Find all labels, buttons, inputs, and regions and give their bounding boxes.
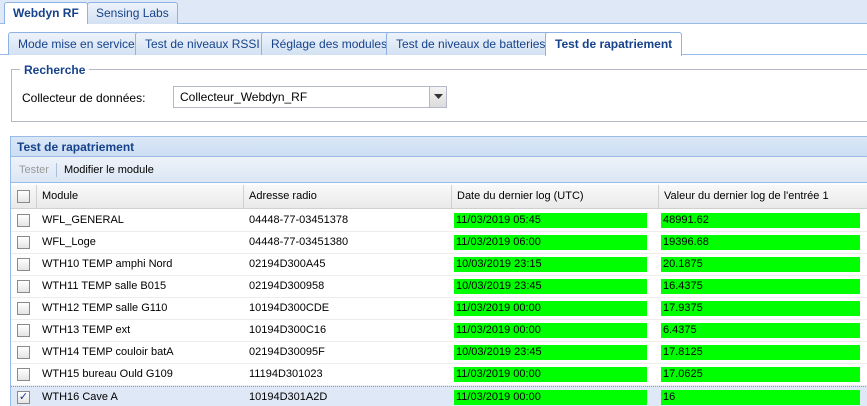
cell-address: 02194D30095F xyxy=(249,346,325,358)
value-status-fill: 16.4375 xyxy=(661,279,860,294)
table-row[interactable]: WTH11 TEMP salle B015 02194D300958 10/03/2… xyxy=(11,276,867,298)
cell-address: 10194D301A2D xyxy=(249,391,328,403)
cell-date: 11/03/2019 05:45 xyxy=(452,210,659,231)
table-row[interactable]: ✓ WTH16 Cave A 10194D301A2D 11/03/2019 00:0… xyxy=(11,386,867,406)
header-date[interactable]: Date du dernier log (UTC) xyxy=(452,185,659,209)
top-tab-bar: Webdyn RF Sensing Labs xyxy=(0,0,867,25)
table-row[interactable]: WFL_Loge 04448-77-03451380 11/03/2019 06:0… xyxy=(11,232,867,254)
cell-module: WTH11 TEMP salle B015 xyxy=(42,280,167,292)
tab-test-rapatriement[interactable]: Test de rapatriement xyxy=(545,32,683,56)
cell-address: 02194D300958 xyxy=(249,280,325,292)
row-checkbox[interactable] xyxy=(17,324,30,337)
cell-date: 11/03/2019 06:00 xyxy=(452,232,659,253)
cell-date: 10/03/2019 23:45 xyxy=(452,342,659,363)
cell-address: 04448-77-03451378 xyxy=(249,214,349,226)
cell-date: 10/03/2019 23:45 xyxy=(452,276,659,297)
row-checkbox[interactable] xyxy=(17,368,30,381)
cell-date: 11/03/2019 00:00 xyxy=(452,298,659,319)
row-checkbox[interactable] xyxy=(17,346,30,359)
row-checkbox[interactable] xyxy=(17,236,30,249)
value-status-fill: 48991.62 xyxy=(661,213,860,228)
cell-module: WTH12 TEMP salle G110 xyxy=(42,302,168,314)
table-row[interactable]: WTH14 TEMP couloir batA 02194D30095F 10/03… xyxy=(11,342,867,364)
row-checkbox[interactable] xyxy=(17,280,30,293)
cell-module: WTH14 TEMP couloir batA xyxy=(42,346,174,358)
table-row[interactable]: WTH10 TEMP amphi Nord 02194D300A45 10/03/2… xyxy=(11,254,867,276)
rapatriement-panel: Test de rapatriement Tester Modifier le … xyxy=(10,136,867,406)
date-status-fill: 11/03/2019 00:00 xyxy=(454,323,647,338)
cell-value: 16 xyxy=(659,387,867,406)
header-value[interactable]: Valeur du dernier log de l'entrée 1 xyxy=(659,185,867,209)
table-row[interactable]: WTH13 TEMP ext 10194D300C16 11/03/2019 00:… xyxy=(11,320,867,342)
tab-sensing-labs[interactable]: Sensing Labs xyxy=(87,2,178,24)
cell-date: 10/03/2019 23:15 xyxy=(452,254,659,275)
date-status-fill: 11/03/2019 00:00 xyxy=(454,301,647,316)
row-checkbox[interactable] xyxy=(17,302,30,315)
header-checkbox-cell xyxy=(11,185,37,209)
date-status-fill: 11/03/2019 05:45 xyxy=(454,213,647,228)
cell-module: WFL_GENERAL xyxy=(42,214,124,226)
cell-module: WTH13 TEMP ext xyxy=(42,324,131,336)
cell-value: 17.0625 xyxy=(659,364,867,385)
tab-test-batteries[interactable]: Test de niveaux de batteries xyxy=(386,32,556,55)
cell-date: 11/03/2019 00:00 xyxy=(452,387,659,406)
value-status-fill: 17.8125 xyxy=(661,345,860,360)
tester-button[interactable]: Tester xyxy=(15,164,53,176)
table-row[interactable]: WTH12 TEMP salle G110 10194D300CDE 11/03/2… xyxy=(11,298,867,320)
value-status-fill: 17.0625 xyxy=(661,367,860,382)
toolbar-separator xyxy=(55,162,57,177)
panel-title: Test de rapatriement xyxy=(11,137,867,157)
cell-value: 17.8125 xyxy=(659,342,867,363)
collector-value: Collecteur_Webdyn_RF xyxy=(180,90,308,104)
search-legend: Recherche xyxy=(20,63,90,77)
value-status-fill: 17.9375 xyxy=(661,301,860,316)
table-row[interactable]: WTH15 bureau Ould G109 11194D301023 11/03/… xyxy=(11,364,867,386)
cell-value: 48991.62 xyxy=(659,210,867,231)
tab-test-rssi[interactable]: Test de niveaux RSSI xyxy=(135,32,270,55)
date-status-fill: 11/03/2019 00:00 xyxy=(454,390,647,405)
cell-value: 16.4375 xyxy=(659,276,867,297)
cell-module: WTH10 TEMP amphi Nord xyxy=(42,258,173,270)
cell-date: 11/03/2019 00:00 xyxy=(452,320,659,341)
cell-address: 04448-77-03451380 xyxy=(249,236,349,248)
date-status-fill: 11/03/2019 06:00 xyxy=(454,235,647,250)
header-address[interactable]: Adresse radio xyxy=(244,185,452,209)
row-checkbox[interactable]: ✓ xyxy=(17,391,30,404)
cell-value: 17.9375 xyxy=(659,298,867,319)
cell-module: WTH15 bureau Ould G109 xyxy=(42,368,173,380)
cell-value: 20.1875 xyxy=(659,254,867,275)
value-status-fill: 20.1875 xyxy=(661,257,860,272)
table-row[interactable]: WFL_GENERAL 04448-77-03451378 11/03/2019 0… xyxy=(11,210,867,232)
cell-value: 19396.68 xyxy=(659,232,867,253)
cell-value: 6.4375 xyxy=(659,320,867,341)
collector-combo[interactable]: Collecteur_Webdyn_RF xyxy=(173,86,447,108)
cell-address: 10194D300C16 xyxy=(249,324,327,336)
row-checkbox[interactable] xyxy=(17,258,30,271)
tab-reglage-modules[interactable]: Réglage des modules xyxy=(261,32,398,55)
tab-mode-mise-en-service[interactable]: Mode mise en service xyxy=(8,32,145,55)
tab-webdyn-rf[interactable]: Webdyn RF xyxy=(4,2,88,25)
chevron-down-icon[interactable] xyxy=(429,87,446,107)
date-status-fill: 10/03/2019 23:45 xyxy=(454,279,647,294)
collector-label: Collecteur de données: xyxy=(22,91,146,105)
value-status-fill: 16 xyxy=(661,390,860,405)
cell-module: WTH16 Cave A xyxy=(42,391,118,403)
modify-module-button[interactable]: Modifier le module xyxy=(60,164,158,176)
cell-module: WFL_Loge xyxy=(42,236,96,248)
row-checkbox[interactable] xyxy=(17,214,30,227)
grid-header: Module Adresse radio Date du dernier log… xyxy=(11,185,867,209)
cell-address: 02194D300A45 xyxy=(249,258,326,270)
select-all-checkbox[interactable] xyxy=(17,190,30,203)
date-status-fill: 10/03/2019 23:15 xyxy=(454,257,647,272)
sub-tab-bar: Mode mise en service Test de niveaux RSS… xyxy=(0,24,867,56)
date-status-fill: 10/03/2019 23:45 xyxy=(454,345,647,360)
header-module[interactable]: Module xyxy=(37,185,244,209)
value-status-fill: 6.4375 xyxy=(661,323,860,338)
cell-address: 10194D300CDE xyxy=(249,302,330,314)
cell-address: 11194D301023 xyxy=(249,368,323,380)
cell-date: 11/03/2019 00:00 xyxy=(452,364,659,385)
value-status-fill: 19396.68 xyxy=(661,235,860,250)
date-status-fill: 11/03/2019 00:00 xyxy=(454,367,647,382)
grid-toolbar: Tester Modifier le module xyxy=(11,157,867,183)
